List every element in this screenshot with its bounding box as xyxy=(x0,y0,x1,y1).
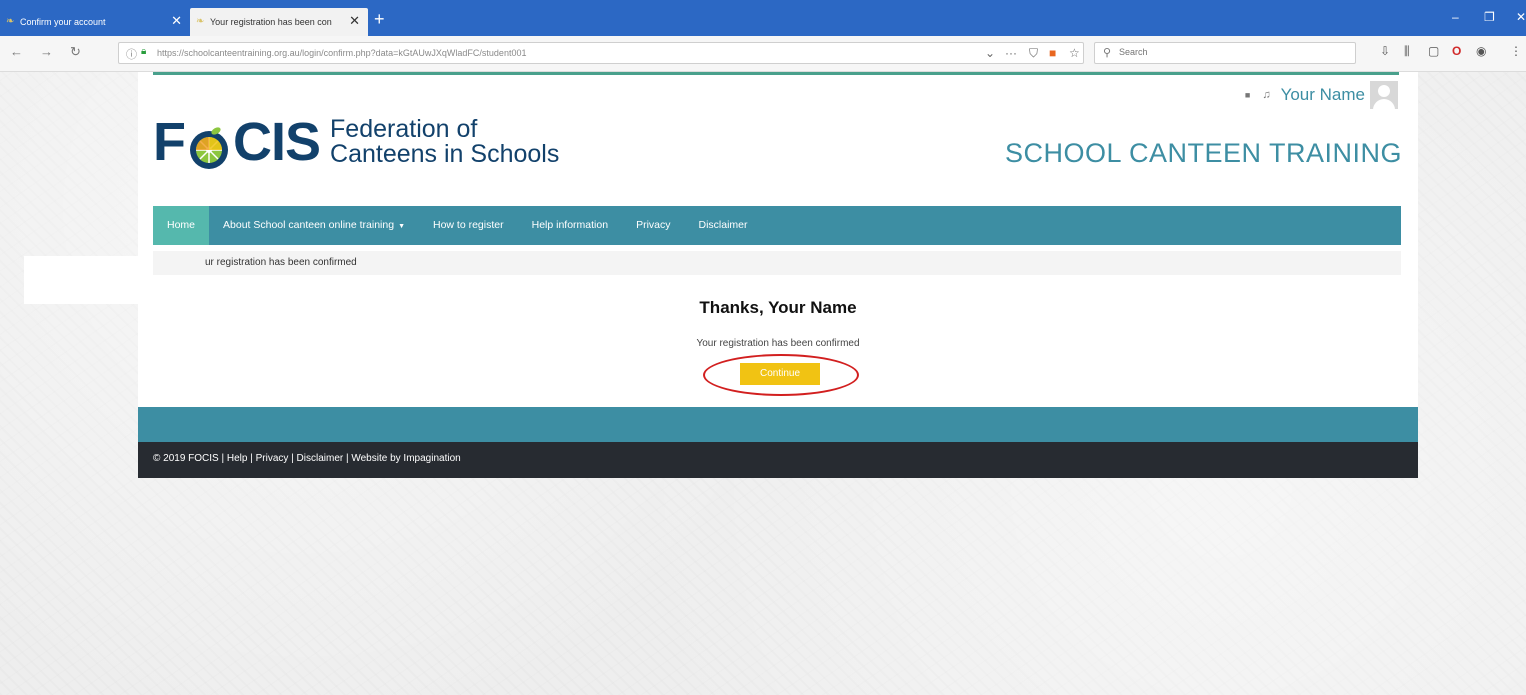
back-arrow-icon[interactable]: ← xyxy=(10,44,23,59)
main-nav: Home About School canteen online trainin… xyxy=(153,206,1401,245)
top-accent-line xyxy=(153,72,1399,75)
nav-item-disclaimer[interactable]: Disclaimer xyxy=(685,206,762,245)
footer: © 2019 FOCIS | Help | Privacy | Disclaim… xyxy=(138,442,1418,478)
nav-item-label: Help information xyxy=(531,219,609,231)
tab-title: Your registration has been con xyxy=(210,17,332,27)
restore-window-icon[interactable]: ❐ xyxy=(1484,10,1495,24)
reload-icon[interactable]: ↻ xyxy=(70,44,81,60)
forward-arrow-icon[interactable]: → xyxy=(40,44,53,59)
page-actions-icon[interactable]: ··· xyxy=(1005,46,1017,60)
extension-icon[interactable]: ■ xyxy=(1049,46,1056,60)
nav-item-home[interactable]: Home xyxy=(153,206,210,245)
user-name[interactable]: Your Name xyxy=(1281,85,1365,105)
bookmark-star-icon[interactable]: ☆ xyxy=(1069,46,1080,60)
search-input[interactable] xyxy=(1117,46,1341,58)
nav-item-label: Disclaimer xyxy=(698,219,748,231)
breadcrumb: ur registration has been confirmed xyxy=(153,251,1401,275)
minimize-window-icon[interactable]: – xyxy=(1452,10,1459,24)
sidebar-icon[interactable]: ▢ xyxy=(1428,44,1439,58)
orange-slice-icon xyxy=(187,120,231,169)
redaction-block xyxy=(24,256,138,304)
logo-wordmark: F CIS xyxy=(153,110,321,174)
logo-subtitle-line2: Canteens in Schools xyxy=(330,140,560,168)
library-icon[interactable]: ⫼ xyxy=(1404,44,1410,59)
caret-down-icon: ▼ xyxy=(398,223,405,230)
downloads-icon[interactable]: ⇩ xyxy=(1380,44,1390,58)
nav-item-label: Privacy xyxy=(636,219,671,231)
logo-subtitle-line1: Federation of xyxy=(330,115,478,143)
address-bar[interactable]: ⓘ 🔒︎ https://schoolcanteentraining.org.a… xyxy=(118,42,1084,64)
pocket-icon[interactable]: ⛉ xyxy=(1029,46,1038,61)
nav-item-label: How to register xyxy=(433,219,504,231)
notification-bell-icon[interactable]: ♫ xyxy=(1262,89,1270,101)
avatar[interactable] xyxy=(1370,81,1398,109)
browser-tab-bar: ❧ Confirm your account ✕ ❧ Your registra… xyxy=(0,0,1526,36)
page-container: ■ ♫ Your Name F CIS Federation of Cantee… xyxy=(138,72,1418,478)
confirmation-message: Your registration has been confirmed xyxy=(696,338,860,349)
nav-item-how-to-register[interactable]: How to register xyxy=(419,206,518,245)
close-window-icon[interactable]: ✕ xyxy=(1516,10,1526,24)
nav-item-label: About School canteen online training xyxy=(223,219,395,231)
site-favicon-icon: ❧ xyxy=(196,16,205,27)
logo-letters-cis: CIS xyxy=(233,112,321,172)
menu-icon[interactable]: ⋮ xyxy=(1510,44,1522,58)
nav-item-label: Home xyxy=(167,219,196,231)
nav-item-privacy[interactable]: Privacy xyxy=(622,206,684,245)
page-heading: Thanks, Your Name xyxy=(699,298,857,317)
new-tab-button[interactable]: + xyxy=(374,10,385,28)
red-highlight-ellipse xyxy=(703,354,859,396)
lock-icon[interactable]: 🔒︎ xyxy=(141,46,146,57)
chevron-down-icon[interactable]: ⌄ xyxy=(985,46,995,60)
user-menu[interactable]: ■ ♫ Your Name xyxy=(1245,80,1398,110)
logo-letter-f: F xyxy=(153,112,186,172)
search-icon: ⚲ xyxy=(1103,47,1112,59)
browser-tab-registration-confirmed[interactable]: ❧ Your registration has been con ✕ xyxy=(190,8,368,36)
opera-addon-icon[interactable]: O xyxy=(1452,44,1461,58)
browser-tab-confirm-account[interactable]: ❧ Confirm your account ✕ xyxy=(0,8,190,36)
breadcrumb-text: ur registration has been confirmed xyxy=(205,257,357,268)
close-tab-icon[interactable]: ✕ xyxy=(171,14,182,27)
site-favicon-icon: ❧ xyxy=(6,16,15,27)
site-title: SCHOOL CANTEEN TRAINING xyxy=(1004,138,1402,168)
nav-item-help-information[interactable]: Help information xyxy=(518,206,622,245)
tab-title: Confirm your account xyxy=(20,17,106,27)
account-icon[interactable]: ◉ xyxy=(1476,44,1486,58)
footer-band xyxy=(138,407,1418,442)
logo-subtitle: Federation of Canteens in Schools xyxy=(330,117,559,167)
url-text[interactable]: https://schoolcanteentraining.org.au/log… xyxy=(157,48,526,58)
footer-text: © 2019 FOCIS | Help | Privacy | Disclaim… xyxy=(153,453,461,464)
nav-item-about[interactable]: About School canteen online training ▼ xyxy=(209,206,419,245)
info-icon[interactable]: ⓘ xyxy=(126,46,137,62)
message-icon[interactable]: ■ xyxy=(1245,90,1250,100)
focis-logo[interactable]: F CIS Federation of Canteens in Schools xyxy=(153,110,559,174)
close-tab-icon[interactable]: ✕ xyxy=(349,14,360,27)
search-box[interactable]: ⚲ xyxy=(1094,42,1356,64)
